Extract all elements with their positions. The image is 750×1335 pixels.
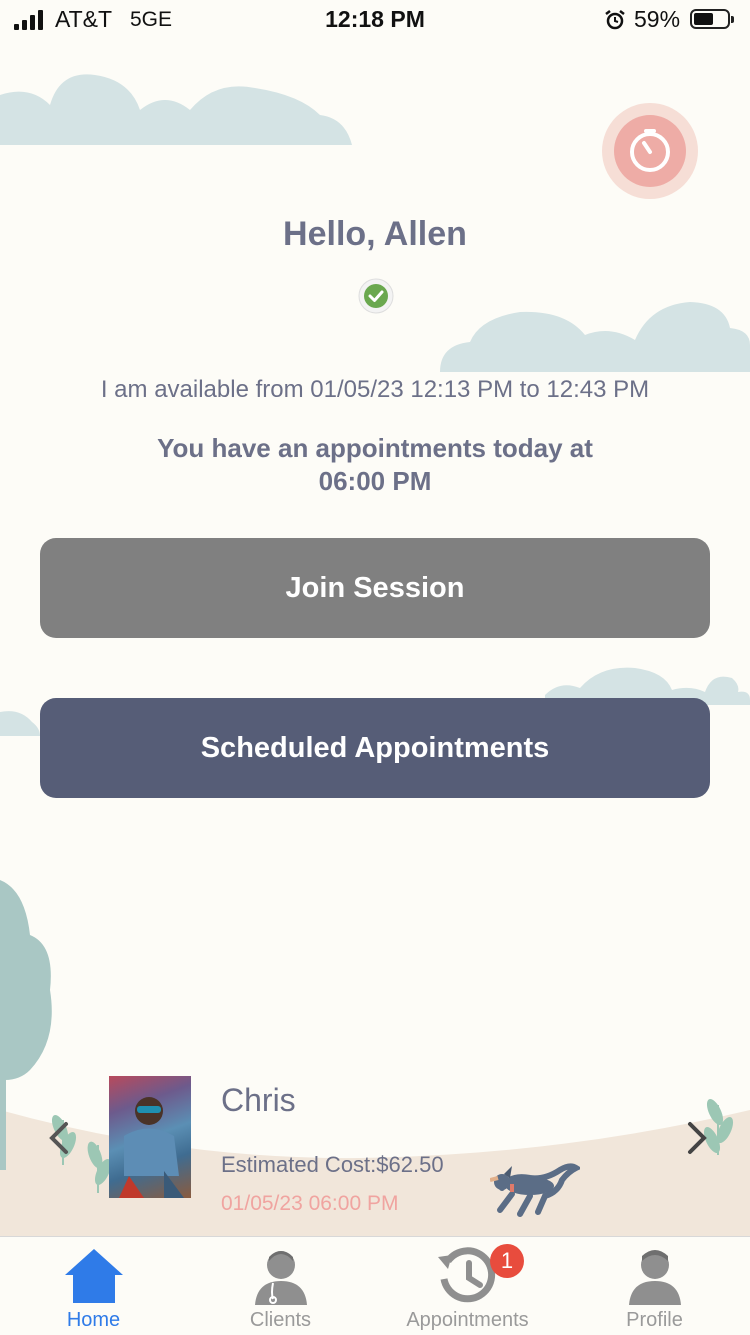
tab-appointments-label: Appointments bbox=[406, 1309, 529, 1331]
stopwatch-icon bbox=[630, 129, 670, 172]
tab-bar: Home Clients Appointments Profile bbox=[0, 1236, 750, 1335]
dog-illustration bbox=[490, 1163, 580, 1217]
client-name: Chris bbox=[221, 1082, 296, 1118]
previous-arrow-icon[interactable] bbox=[44, 1118, 74, 1158]
tab-home-label: Home bbox=[66, 1309, 121, 1331]
home-icon bbox=[65, 1249, 123, 1303]
appointment-message-time: 06:00 PM bbox=[318, 466, 432, 496]
appointment-message-line1: You have an appointments today at bbox=[157, 433, 593, 463]
appointment-message: You have an appointments today at 06:00 … bbox=[100, 432, 650, 498]
appointments-badge: 1 bbox=[490, 1244, 524, 1278]
appointments-history-icon bbox=[438, 1247, 496, 1303]
tab-clients[interactable]: Clients bbox=[187, 1237, 374, 1335]
tab-profile-label: Profile bbox=[626, 1309, 683, 1331]
alarm-icon bbox=[605, 10, 625, 30]
profile-icon bbox=[629, 1250, 681, 1305]
battery-percent: 59% bbox=[634, 6, 681, 32]
tab-profile[interactable]: Profile bbox=[561, 1237, 748, 1335]
available-status-icon bbox=[358, 278, 394, 314]
scheduled-appointments-button[interactable]: Scheduled Appointments bbox=[40, 698, 710, 798]
appointment-datetime: 01/05/23 06:00 PM bbox=[221, 1192, 399, 1215]
timer-button[interactable] bbox=[602, 103, 698, 199]
clients-icon bbox=[255, 1251, 307, 1305]
estimated-cost: Estimated Cost:$62.50 bbox=[221, 1152, 444, 1177]
status-bar: AT&T 5GE 12:18 PM 59% bbox=[0, 0, 750, 44]
battery-icon bbox=[690, 9, 734, 29]
next-arrow-icon[interactable] bbox=[682, 1118, 712, 1158]
tab-clients-label: Clients bbox=[249, 1309, 312, 1331]
tab-appointments[interactable]: Appointments bbox=[374, 1237, 561, 1335]
client-avatar bbox=[109, 1076, 191, 1198]
availability-text: I am available from 01/05/23 12:13 PM to… bbox=[100, 376, 650, 403]
greeting-title: Hello, Allen bbox=[283, 215, 467, 253]
join-session-button[interactable]: Join Session bbox=[40, 538, 710, 638]
tab-home[interactable]: Home bbox=[0, 1237, 187, 1335]
